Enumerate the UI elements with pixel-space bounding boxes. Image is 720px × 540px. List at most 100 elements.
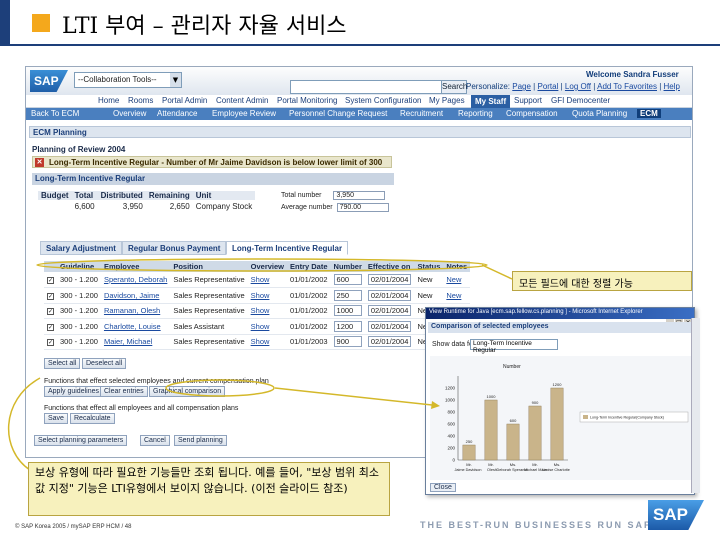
number-input[interactable]: 1000: [333, 305, 362, 317]
show-link[interactable]: Show: [251, 322, 270, 331]
employee-link[interactable]: Speranto, Deborah: [104, 275, 167, 284]
nav-portal-monitoring[interactable]: Portal Monitoring: [277, 96, 337, 105]
col-guideline[interactable]: Guideline: [57, 261, 101, 272]
select-all-button[interactable]: Select all: [44, 358, 81, 369]
employee-link[interactable]: Charlotte, Louise: [104, 322, 161, 331]
nav-compensation[interactable]: Compensation: [506, 109, 558, 118]
tab-regular-bonus-payment[interactable]: Regular Bonus Payment: [122, 241, 227, 255]
totals-box: Total number 3,950 Average number 790.00: [281, 191, 389, 215]
nav-my-pages[interactable]: My Pages: [429, 96, 465, 105]
show-link[interactable]: Show: [251, 275, 270, 284]
slide-title: LTI 부여 – 관리자 자율 서비스: [62, 14, 347, 39]
status-cell: New: [417, 275, 433, 284]
row-checkbox[interactable]: ✓: [47, 339, 54, 347]
nav-rooms[interactable]: Rooms: [128, 96, 153, 105]
budget-col-total: Total: [71, 191, 98, 200]
tab-long-term-incentive-regular[interactable]: Long-Term Incentive Regular: [226, 241, 349, 255]
nav-gfi-democenter[interactable]: GFI Democenter: [551, 96, 610, 105]
nav-quota-planning[interactable]: Quota Planning: [572, 109, 627, 118]
employee-link-container: Ramanan, Olesh: [100, 303, 171, 319]
effective-on-input[interactable]: 02/01/2004: [367, 289, 412, 301]
col-status[interactable]: Status: [414, 261, 444, 272]
log-off-link[interactable]: Log Off: [565, 82, 591, 91]
number-input[interactable]: 900: [333, 336, 362, 348]
portal-link[interactable]: Portal: [537, 82, 558, 91]
nav-portal-admin[interactable]: Portal Admin: [162, 96, 207, 105]
effective-on-input[interactable]: 02/01/2004: [367, 336, 412, 348]
nav-reporting[interactable]: Reporting: [458, 109, 493, 118]
page-link[interactable]: Page: [512, 82, 531, 91]
help-link[interactable]: Help: [664, 82, 680, 91]
nav-recruitment[interactable]: Recruitment: [400, 109, 443, 118]
nav-attendance[interactable]: Attendance: [157, 109, 197, 118]
bar-data-label: 900: [532, 400, 539, 405]
entry-date-cell-container: 01/01/2002: [287, 318, 331, 335]
nav-home[interactable]: Home: [98, 96, 119, 105]
y-axis-label: Number: [503, 364, 521, 370]
row-checkbox[interactable]: ✓: [47, 292, 54, 300]
row-checkbox[interactable]: ✓: [47, 277, 54, 284]
bar-2: [506, 423, 520, 461]
nav-back-to-ecm[interactable]: Back To ECM: [31, 109, 79, 118]
number-input[interactable]: 1200: [333, 320, 362, 332]
collaboration-tools-select[interactable]: --Collaboration Tools--: [74, 72, 182, 88]
employee-link[interactable]: Davidson, Jaime: [104, 291, 159, 300]
graphical-comparison-button[interactable]: Graphical comparison: [149, 386, 226, 397]
clear-entries-button[interactable]: Clear entries: [100, 386, 148, 397]
recalculate-button[interactable]: Recalculate: [70, 413, 115, 424]
col-employee[interactable]: Employee: [100, 261, 171, 272]
popup-scrollbar[interactable]: [691, 318, 700, 493]
number-input[interactable]: 600: [333, 274, 362, 285]
col-effective-on[interactable]: Effective on: [364, 261, 415, 272]
bar-3: [528, 405, 542, 461]
row-checkbox[interactable]: ✓: [47, 308, 54, 316]
show-link[interactable]: Show: [251, 306, 270, 315]
guideline-cell-container: 300 - 1.200: [57, 318, 101, 335]
show-data-select[interactable]: Long-Term Incentive Regular: [470, 339, 558, 354]
nav-personnel-change-request[interactable]: Personnel Change Request: [289, 109, 387, 118]
position-cell-container: Sales Assistant: [170, 318, 248, 335]
employee-link[interactable]: Maier, Michael: [104, 337, 152, 346]
title-side-strip: [0, 0, 10, 46]
show-link[interactable]: Show: [251, 337, 270, 346]
deselect-all-button[interactable]: Deselect all: [82, 358, 127, 369]
effective-on-input[interactable]: 02/01/2004: [367, 305, 412, 317]
nav-content-admin[interactable]: Content Admin: [216, 96, 268, 105]
search-input[interactable]: [290, 80, 442, 94]
apply-guidelines-button[interactable]: Apply guidelines: [44, 386, 103, 397]
entry-date-cell-container: 01/01/2002: [287, 303, 331, 319]
notes-link[interactable]: New: [446, 275, 461, 284]
effective-on-input[interactable]: 02/01/2004: [367, 274, 412, 285]
select-planning-parameters-button[interactable]: Select planning parameters: [34, 435, 128, 446]
nav-system-configuration[interactable]: System Configuration: [345, 96, 421, 105]
search-button[interactable]: Search: [441, 80, 467, 94]
budget-value: [38, 200, 72, 213]
notes-link[interactable]: New: [446, 291, 461, 300]
title-rule: [0, 44, 720, 46]
add-to-favorites-link[interactable]: Add To Favorites: [597, 82, 657, 91]
col-notes[interactable]: Notes: [443, 261, 471, 272]
nav-overview[interactable]: Overview: [113, 109, 146, 118]
cancel-button[interactable]: Cancel: [140, 435, 170, 446]
close-button[interactable]: Close: [430, 483, 456, 492]
employee-link-container: Speranto, Deborah: [100, 272, 171, 288]
col-entry-date[interactable]: Entry Date: [287, 261, 331, 272]
send-planning-button[interactable]: Send planning: [174, 435, 227, 446]
effective-on-input[interactable]: 02/01/2004: [367, 320, 412, 332]
tab-salary-adjustment[interactable]: Salary Adjustment: [40, 241, 122, 255]
show-link[interactable]: Show: [251, 291, 270, 300]
row-checkbox[interactable]: ✓: [47, 323, 54, 331]
nav-ecm[interactable]: ECM: [637, 109, 661, 118]
col-position[interactable]: Position: [170, 261, 248, 272]
chevron-down-icon[interactable]: ▼: [170, 73, 181, 87]
col-overview[interactable]: Overview: [247, 261, 287, 272]
number-input[interactable]: 250: [333, 289, 362, 301]
nav-my-staff[interactable]: My Staff: [471, 95, 511, 108]
nav-support[interactable]: Support: [514, 96, 542, 105]
save-button[interactable]: Save: [44, 413, 68, 424]
nav-employee-review[interactable]: Employee Review: [212, 109, 276, 118]
employee-link[interactable]: Ramanan, Olesh: [104, 306, 160, 315]
guideline-cell-container: 300 - 1.200: [57, 272, 101, 288]
col-number[interactable]: Number: [330, 261, 365, 272]
guideline-cell: 300 - 1.200: [60, 290, 98, 300]
